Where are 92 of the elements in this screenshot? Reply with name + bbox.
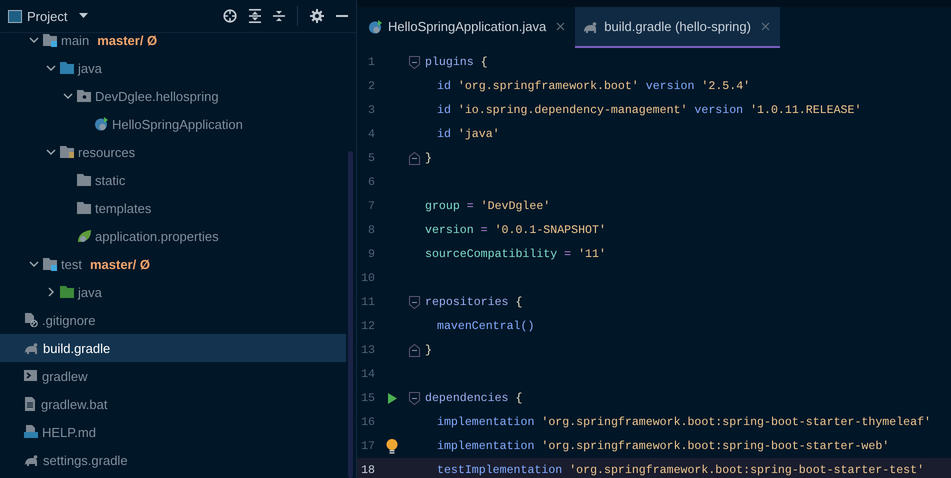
tree-item[interactable]: java bbox=[0, 278, 346, 306]
class-icon bbox=[94, 117, 108, 131]
code-line: implementation 'org.springframework.boot:spring-boot-starter-thymeleaf' bbox=[437, 416, 931, 428]
fold-marker-icon[interactable] bbox=[409, 392, 420, 404]
fold-marker-icon[interactable] bbox=[409, 56, 420, 68]
line-number: 3 bbox=[367, 104, 375, 116]
chevron-down-icon[interactable] bbox=[29, 259, 39, 269]
code-line: plugins { bbox=[425, 56, 488, 68]
code-line: implementation 'org.springframework.boot:spring-boot-starter-web' bbox=[437, 440, 890, 452]
line-number: 10 bbox=[360, 272, 375, 284]
code-line: id 'io.spring.dependency-management' version '1.0.11.RELEASE' bbox=[437, 104, 862, 116]
tree-item[interactable]: build.gradle bbox=[0, 334, 346, 362]
tree-item[interactable]: HelloSpringApplication bbox=[0, 110, 346, 138]
folder-icon bbox=[77, 173, 91, 187]
line-number: 5 bbox=[367, 152, 375, 164]
fold-marker-icon[interactable] bbox=[409, 296, 420, 308]
line-number: 6 bbox=[367, 176, 375, 188]
markdown-file-icon bbox=[24, 425, 38, 439]
close-icon[interactable] bbox=[556, 22, 566, 31]
elephant-icon bbox=[24, 453, 39, 467]
code-line: version = '0.0.1-SNAPSHOT' bbox=[425, 224, 606, 236]
tree-item[interactable]: HELP.md bbox=[0, 418, 346, 446]
folder-icon bbox=[43, 33, 57, 47]
code-line: group = 'DevDglee' bbox=[425, 200, 550, 212]
code-line: } bbox=[425, 152, 432, 164]
line-number: 7 bbox=[367, 200, 375, 212]
code-line: id 'org.springframework.boot' version '2.5.4' bbox=[437, 80, 750, 92]
tree-item[interactable]: gradlew.bat bbox=[0, 390, 346, 418]
folder-icon bbox=[43, 257, 57, 271]
run-icon[interactable] bbox=[388, 392, 396, 404]
line-number: 16 bbox=[360, 416, 375, 428]
window-icon bbox=[8, 10, 22, 22]
tree-item[interactable]: resources bbox=[0, 138, 346, 166]
code-line: repositories { bbox=[425, 296, 522, 308]
tree-item[interactable]: application.properties bbox=[0, 222, 346, 250]
folder-icon bbox=[77, 201, 91, 215]
line-number: 1 bbox=[367, 56, 375, 68]
editor-tab[interactable]: build.gradle (hello-spring) bbox=[575, 7, 780, 48]
tree-item[interactable]: main master/ Ø bbox=[0, 33, 346, 54]
folder-icon bbox=[60, 61, 74, 75]
chevron-down-icon[interactable] bbox=[46, 63, 56, 73]
file-icon bbox=[24, 397, 37, 411]
code-line: } bbox=[425, 344, 432, 356]
line-number: 9 bbox=[367, 248, 375, 260]
line-number: 4 bbox=[367, 128, 375, 140]
close-icon[interactable] bbox=[760, 22, 770, 31]
settings-icon[interactable] bbox=[310, 9, 324, 23]
collapse-all-icon[interactable] bbox=[273, 9, 285, 23]
tree-item[interactable]: templates bbox=[0, 194, 346, 222]
panel-title[interactable]: Project bbox=[27, 8, 68, 24]
code-line: mavenCentral() bbox=[437, 320, 534, 332]
line-number: 14 bbox=[360, 368, 375, 380]
code-line: id 'java' bbox=[437, 128, 500, 140]
scrollbar[interactable] bbox=[348, 151, 353, 478]
elephant-icon bbox=[24, 341, 39, 355]
chevron-down-icon[interactable] bbox=[46, 147, 56, 157]
tree-item[interactable]: java bbox=[0, 54, 346, 82]
dropdown-caret-icon[interactable] bbox=[79, 13, 88, 19]
lightbulb-icon[interactable] bbox=[386, 438, 398, 454]
file-icon bbox=[24, 313, 38, 327]
chevron-down-icon[interactable] bbox=[63, 91, 73, 101]
folder-icon bbox=[60, 145, 74, 159]
code-line: testImplementation 'org.springframework.boot:spring-boot-starter-test' bbox=[437, 464, 924, 476]
line-number: 12 bbox=[360, 320, 375, 332]
code-line: sourceCompatibility = '11' bbox=[425, 248, 606, 260]
tree-item[interactable]: test master/ Ø bbox=[0, 250, 346, 278]
editor-tab[interactable]: HelloSpringApplication.java bbox=[363, 7, 576, 48]
line-number: 17 bbox=[360, 440, 375, 452]
line-number: 13 bbox=[360, 344, 375, 356]
tree-item[interactable]: static bbox=[0, 166, 346, 194]
folder-icon bbox=[60, 285, 74, 299]
class-icon bbox=[368, 20, 382, 34]
package-icon bbox=[77, 89, 91, 103]
fold-marker-icon[interactable] bbox=[409, 152, 420, 164]
leaf-icon bbox=[77, 229, 91, 243]
tree-item[interactable]: DevDglee.hellospring bbox=[0, 82, 346, 110]
line-number: 18 bbox=[360, 464, 375, 476]
tree-item[interactable]: .gitignore bbox=[0, 306, 346, 334]
fold-marker-icon[interactable] bbox=[409, 344, 420, 356]
line-number: 2 bbox=[367, 80, 375, 92]
elephant-icon bbox=[583, 20, 598, 34]
target-icon[interactable] bbox=[223, 9, 237, 23]
tree-item[interactable]: gradlew bbox=[0, 362, 346, 390]
chevron-right-icon[interactable] bbox=[46, 287, 56, 297]
line-number: 8 bbox=[367, 224, 375, 236]
tree-item[interactable]: settings.gradle bbox=[0, 446, 346, 474]
line-number: 15 bbox=[360, 392, 375, 404]
chevron-down-icon[interactable] bbox=[29, 35, 39, 45]
code-line: dependencies { bbox=[425, 392, 522, 404]
line-number: 11 bbox=[360, 296, 375, 308]
expand-all-icon[interactable] bbox=[249, 9, 261, 23]
terminal-icon bbox=[24, 369, 38, 383]
